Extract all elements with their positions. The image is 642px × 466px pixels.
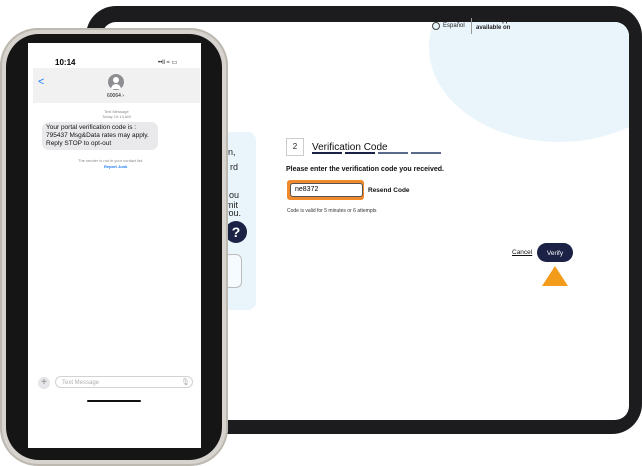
progress-segment-2 (345, 152, 375, 154)
language-selector[interactable]: Español (432, 22, 465, 30)
healow-app-badge[interactable]: healow App available on (476, 18, 510, 32)
arrow-pointer-icon (542, 266, 568, 286)
status-time: 10:14 (55, 58, 76, 67)
code-input-highlight (287, 180, 364, 200)
healow-line2: available on (476, 25, 511, 31)
code-validity-note: Code is valid for 5 minutes or 6 attempt… (287, 208, 377, 214)
language-label: Español (443, 23, 465, 29)
verification-code-input[interactable] (290, 183, 363, 197)
avatar-body (111, 84, 121, 89)
cancel-button[interactable]: Cancel (512, 249, 532, 256)
back-icon[interactable]: < (38, 76, 44, 88)
side-text-1: n, (228, 147, 236, 157)
message-input[interactable]: Text Message (55, 376, 193, 388)
side-text-2: rd (230, 162, 239, 172)
background-shape (429, 22, 629, 142)
progress-segment-4 (411, 152, 441, 154)
plus-icon[interactable]: + (38, 377, 50, 389)
status-icons: ••ll ≈ ▭ (158, 60, 178, 66)
header-divider (471, 18, 472, 34)
avatar[interactable] (108, 74, 124, 90)
step-title: Verification Code (312, 141, 388, 153)
progress-segment-1 (312, 152, 342, 154)
report-junk-link[interactable]: Report Junk (104, 164, 127, 169)
help-icon[interactable]: ? (225, 221, 247, 243)
avatar-head (113, 77, 119, 83)
home-indicator[interactable] (87, 400, 141, 402)
side-text-3: ou (229, 190, 240, 200)
progress-segment-3 (378, 152, 408, 154)
microphone-icon[interactable]: 🎙 (181, 378, 190, 386)
verify-button[interactable]: Verify (537, 243, 573, 262)
healow-line1: healow App (476, 18, 510, 24)
unknown-sender-notice: The sender is not in your contact list. (78, 158, 144, 163)
resend-code-link[interactable]: Resend Code (368, 187, 410, 194)
message-timestamp: Today 10:14 AM (102, 114, 131, 119)
globe-icon (432, 22, 440, 30)
message-text: Your portal verification code is : 79543… (46, 124, 149, 147)
verification-prompt: Please enter the verification code you r… (286, 166, 444, 173)
sender-name[interactable]: 60064 › (107, 93, 124, 99)
step-number: 2 (286, 138, 304, 156)
